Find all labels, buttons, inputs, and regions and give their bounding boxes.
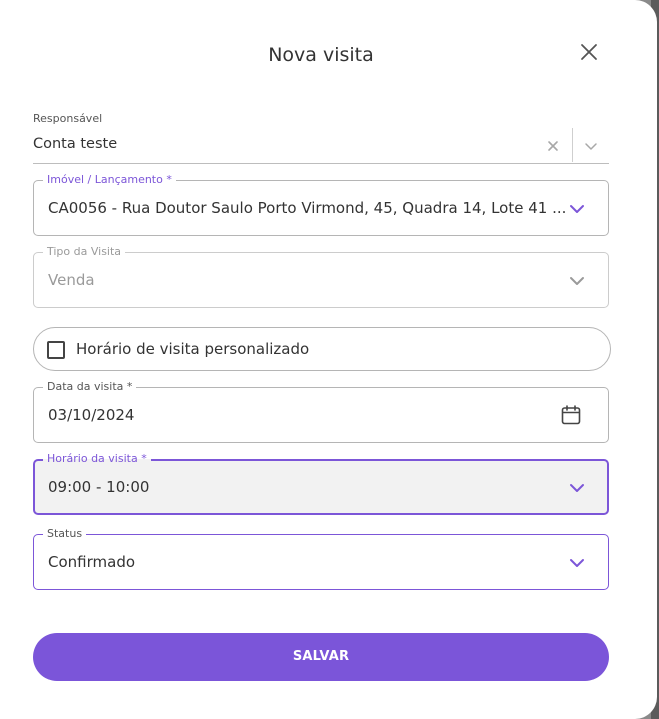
visit-time-select[interactable]: Horário da visita * 09:00 - 10:00 [33,452,609,515]
visit-time-value: 09:00 - 10:00 [48,478,150,496]
chevron-down-icon [570,559,584,567]
responsavel-value: Conta teste [33,136,118,152]
custom-time-checkbox[interactable] [47,341,65,359]
visit-date-field[interactable]: Data da visita * 03/10/2024 [33,380,609,443]
visit-time-label: Horário da visita * [43,452,151,466]
custom-time-toggle[interactable]: Horário de visita personalizado [33,327,611,371]
new-visit-modal: Nova visita Responsável Conta teste Imóv… [0,0,657,719]
imovel-select[interactable]: Imóvel / Lançamento * CA0056 - Rua Douto… [33,173,609,236]
calendar-icon [561,405,581,425]
visit-date-label: Data da visita * [43,380,137,394]
tipo-visita-value: Venda [48,271,95,289]
close-icon [581,44,597,60]
responsavel-label: Responsável [33,112,103,125]
responsavel-dropdown-toggle[interactable] [583,138,599,154]
status-value: Confirmado [48,553,136,571]
chevron-down-icon [585,143,597,150]
visit-time-dropdown-toggle[interactable] [566,477,588,499]
clear-button[interactable] [546,138,560,152]
imovel-value: CA0056 - Rua Doutor Saulo Porto Virmond,… [48,199,567,217]
tipo-visita-label: Tipo da Visita [43,245,126,259]
save-button[interactable]: SALVAR [33,633,609,681]
tipo-visita-dropdown-toggle [566,270,588,292]
tipo-visita-select: Tipo da Visita Venda [33,245,609,308]
calendar-button[interactable] [560,404,582,426]
responsavel-select[interactable]: Conta teste [33,128,609,164]
imovel-dropdown-toggle[interactable] [566,198,588,220]
select-divider [572,128,573,162]
modal-title: Nova visita [268,44,374,66]
status-label: Status [43,527,87,541]
chevron-down-icon [570,484,584,492]
imovel-label: Imóvel / Lançamento * [43,173,176,187]
clear-icon [548,141,558,151]
close-button[interactable] [577,40,601,64]
status-dropdown-toggle[interactable] [566,552,588,574]
custom-time-label: Horário de visita personalizado [76,340,310,358]
chevron-down-icon [570,277,584,285]
visit-date-value: 03/10/2024 [48,406,135,424]
chevron-down-icon [570,205,584,213]
status-select[interactable]: Status Confirmado [33,527,609,590]
